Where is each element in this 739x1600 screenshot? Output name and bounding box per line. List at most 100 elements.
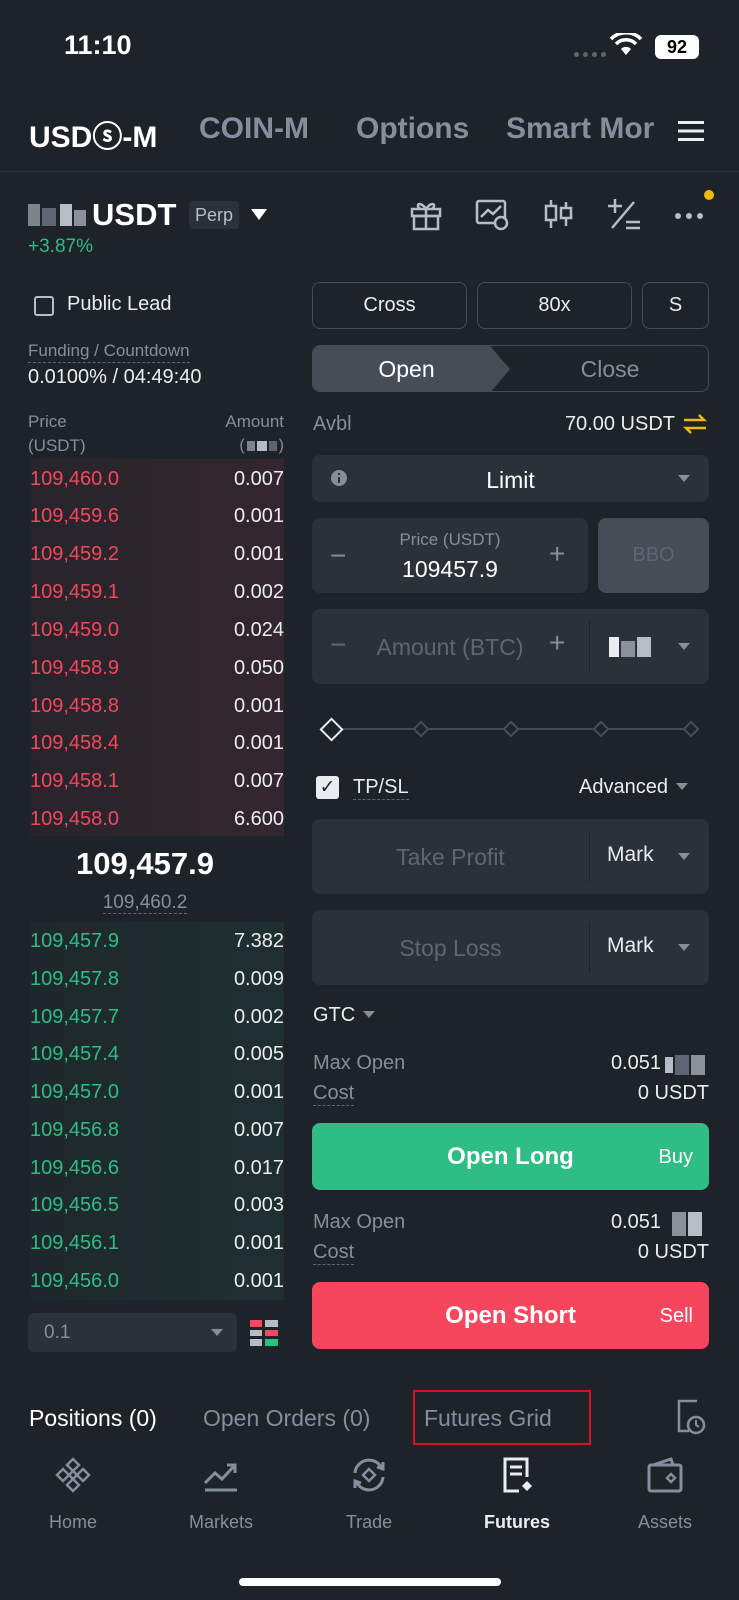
amount-placeholder: Amount (BTC) <box>376 634 524 660</box>
bid-row[interactable]: 109,456.5 0.003 <box>0 1186 290 1224</box>
candlestick-icon[interactable] <box>540 196 576 232</box>
tab-close[interactable]: Close <box>510 346 708 391</box>
margin-mode-button[interactable]: Cross <box>312 282 467 329</box>
chevron-down-icon <box>211 1329 223 1336</box>
order-history-icon[interactable] <box>675 1399 707 1435</box>
bid-row[interactable]: 109,457.0 0.001 <box>0 1073 290 1111</box>
ask-price: 109,458.9 <box>30 656 119 679</box>
ask-row[interactable]: 109,459.0 0.024 <box>0 611 290 649</box>
ask-row[interactable]: 109,458.4 0.001 <box>0 724 290 762</box>
wifi-icon <box>610 33 642 55</box>
calculator-icon[interactable] <box>606 196 642 232</box>
short-max-open-unit-redacted <box>672 1212 714 1236</box>
symbol-dropdown-icon[interactable] <box>251 209 267 220</box>
bid-price: 109,456.0 <box>30 1269 119 1292</box>
amount-input[interactable]: − Amount (BTC) + <box>312 609 709 684</box>
tab-open-orders[interactable]: Open Orders (0) <box>203 1405 370 1432</box>
transfer-icon[interactable] <box>682 412 708 436</box>
ask-price: 109,459.6 <box>30 504 119 527</box>
slider-mark-75[interactable] <box>592 720 610 738</box>
sl-trigger-type[interactable]: Mark <box>607 934 654 958</box>
bid-row[interactable]: 109,456.6 0.017 <box>0 1149 290 1187</box>
bid-row[interactable]: 109,456.8 0.007 <box>0 1111 290 1149</box>
tab-positions[interactable]: Positions (0) <box>29 1405 157 1432</box>
tp-trigger-type[interactable]: Mark <box>607 843 654 867</box>
bid-row[interactable]: 109,457.9 7.382 <box>0 922 290 960</box>
orderbook-amount-header[interactable]: Amount ( ) <box>190 410 284 458</box>
public-lead-checkbox[interactable] <box>34 296 54 316</box>
ask-row[interactable]: 109,458.0 6.600 <box>0 800 290 838</box>
ask-price: 109,459.1 <box>30 580 119 603</box>
ask-row[interactable]: 109,458.8 0.001 <box>0 687 290 725</box>
tpsl-checkbox[interactable]: ✓ <box>316 776 339 799</box>
short-cost-label[interactable]: Cost <box>313 1241 355 1265</box>
slider-thumb[interactable] <box>319 717 344 742</box>
take-profit-input[interactable]: Take Profit Mark <box>312 819 709 894</box>
bid-row[interactable]: 109,457.8 0.009 <box>0 960 290 998</box>
plus-icon[interactable]: + <box>549 538 565 570</box>
menu-icon[interactable] <box>678 120 704 142</box>
symbol-change: +3.87% <box>28 236 93 257</box>
stop-loss-input[interactable]: Stop Loss Mark <box>312 910 709 985</box>
perp-badge: Perp <box>189 201 239 229</box>
futures-grid-highlight <box>413 1390 591 1445</box>
tab-options[interactable]: Options <box>356 112 469 146</box>
tab-usds-m[interactable]: USDⓢ-M <box>29 112 157 156</box>
bid-price: 109,456.8 <box>30 1118 119 1141</box>
chevron-down-icon <box>678 944 690 951</box>
price-input[interactable]: − Price (USDT) 109457.9 + <box>312 518 588 593</box>
bid-amount: 0.001 <box>233 1269 284 1292</box>
tab-open[interactable]: Open <box>313 346 510 391</box>
bid-price: 109,456.5 <box>30 1193 119 1216</box>
asset-mode-button[interactable]: S <box>642 282 709 329</box>
symbol-name[interactable]: USDT <box>92 197 176 233</box>
bid-row[interactable]: 109,456.1 0.001 <box>0 1224 290 1262</box>
mark-price[interactable]: 109,460.2 <box>0 892 290 914</box>
ask-row[interactable]: 109,459.6 0.001 <box>0 497 290 535</box>
bbo-button[interactable]: BBO <box>598 518 709 593</box>
ask-row[interactable]: 109,458.1 0.007 <box>0 762 290 800</box>
ask-price: 109,459.2 <box>30 542 119 565</box>
bid-price: 109,457.9 <box>30 929 119 952</box>
bid-row[interactable]: 109,456.0 0.001 <box>0 1262 290 1300</box>
funding-label[interactable]: Funding / Countdown <box>28 341 190 363</box>
ask-amount: 0.007 <box>233 467 284 490</box>
tab-smart-money[interactable]: Smart Mor <box>506 112 663 146</box>
slider-mark-25[interactable] <box>412 720 430 738</box>
long-cost-label[interactable]: Cost <box>313 1082 355 1106</box>
tpsl-label[interactable]: TP/SL <box>353 776 409 800</box>
ask-amount: 0.001 <box>233 504 284 527</box>
amount-unit-redacted[interactable] <box>609 637 653 657</box>
order-type-select[interactable]: Limit <box>312 455 709 502</box>
ask-row[interactable]: 109,459.1 0.002 <box>0 573 290 611</box>
gift-icon[interactable] <box>408 196 444 232</box>
open-short-label: Open Short <box>445 1302 576 1329</box>
ask-price: 109,458.4 <box>30 731 119 754</box>
status-time: 11:10 <box>64 30 132 60</box>
orderbook-view-icon[interactable] <box>249 1318 279 1348</box>
precision-select[interactable]: 0.1 <box>28 1313 237 1352</box>
open-long-button[interactable]: Open Long Buy <box>312 1123 709 1190</box>
ask-row[interactable]: 109,458.9 0.050 <box>0 649 290 687</box>
slider-mark-50[interactable] <box>502 720 520 738</box>
ask-amount: 0.024 <box>233 618 284 641</box>
ask-amount: 0.001 <box>233 694 284 717</box>
time-in-force-select[interactable]: GTC <box>313 1004 376 1027</box>
bid-row[interactable]: 109,457.4 0.005 <box>0 1035 290 1073</box>
ask-row[interactable]: 109,459.2 0.001 <box>0 535 290 573</box>
open-short-button[interactable]: Open Short Sell <box>312 1282 709 1349</box>
chart-settings-icon[interactable] <box>474 196 510 232</box>
bid-row[interactable]: 109,457.7 0.002 <box>0 998 290 1036</box>
ask-amount: 0.007 <box>233 769 284 792</box>
battery-indicator: 92 <box>655 35 699 59</box>
long-cost-value: 0 USDT <box>637 1082 709 1104</box>
ask-row[interactable]: 109,460.0 0.007 <box>0 460 290 498</box>
tab-coin-m[interactable]: COIN-M <box>199 112 309 146</box>
slider-mark-100[interactable] <box>682 720 700 738</box>
leverage-button[interactable]: 80x <box>477 282 632 329</box>
tabs-divider <box>0 171 739 172</box>
plus-icon[interactable]: + <box>549 627 565 659</box>
advanced-dropdown[interactable]: Advanced <box>579 776 688 799</box>
more-icon[interactable] <box>672 196 708 232</box>
open-long-label: Open Long <box>447 1143 574 1170</box>
